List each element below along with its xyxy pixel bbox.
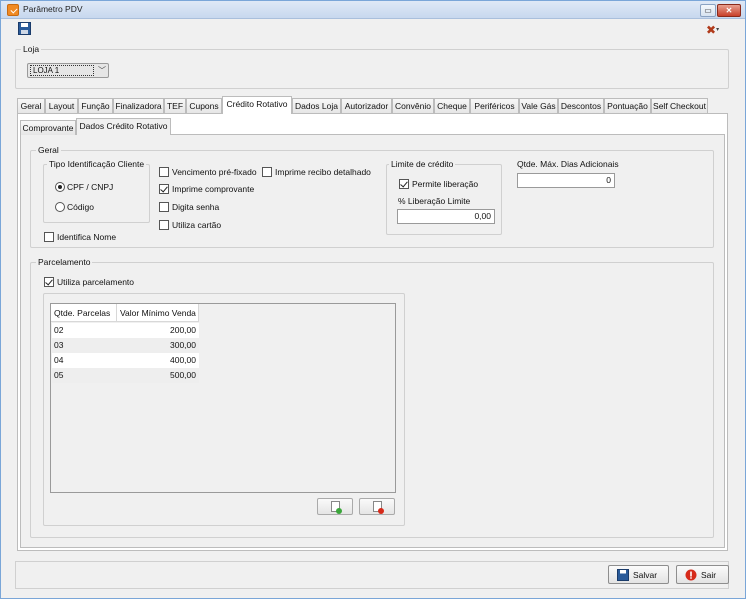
col-header-qtde[interactable]: Qtde. Parcelas — [51, 304, 117, 322]
tab-vale-gas[interactable]: Vale Gás — [519, 98, 558, 113]
loja-label: Loja — [21, 44, 42, 54]
codigo-label: Código — [67, 202, 94, 212]
utiliza-parcelamento-checkbox[interactable] — [44, 277, 54, 287]
tab-funcao[interactable]: Função — [78, 98, 113, 113]
imprime-recibo-checkbox[interactable] — [262, 167, 272, 177]
pct-liberacao-label: % Liberação Limite — [398, 196, 471, 206]
imprime-recibo-label: Imprime recibo detalhado — [275, 167, 371, 177]
col-header-valor[interactable]: Valor Mínimo Venda — [117, 304, 199, 322]
save-icon[interactable] — [18, 22, 31, 35]
table-cell[interactable]: 05 — [52, 368, 117, 383]
tab-finalizadora[interactable]: Finalizadora — [113, 98, 164, 113]
tab-tef[interactable]: TEF — [164, 98, 186, 113]
dias-adicionais-input[interactable]: 0 — [517, 173, 615, 188]
table-cell[interactable]: 300,00 — [117, 338, 199, 353]
tab-descontos[interactable]: Descontos — [558, 98, 604, 113]
imprime-comprovante-label: Imprime comprovante — [172, 184, 255, 194]
window-title: Parâmetro PDV — [23, 4, 83, 14]
limite-title: Limite de crédito — [389, 159, 456, 169]
table-cell[interactable]: 03 — [52, 338, 117, 353]
digita-senha-checkbox[interactable] — [159, 202, 169, 212]
plus-badge-icon — [336, 508, 342, 514]
remove-row-button[interactable] — [359, 498, 395, 515]
pct-liberacao-input[interactable]: 0,00 — [397, 209, 495, 224]
tab-perifericos[interactable]: Periféricos — [470, 98, 519, 113]
table-cell[interactable]: 500,00 — [117, 368, 199, 383]
sair-button[interactable]: Sair — [676, 565, 729, 584]
tools-menu-icon[interactable]: ✖▾ — [706, 24, 728, 36]
vencimento-checkbox[interactable] — [159, 167, 169, 177]
save-icon — [617, 569, 629, 581]
identifica-nome-checkbox[interactable] — [44, 232, 54, 242]
minus-badge-icon — [378, 508, 384, 514]
vencimento-label: Vencimento pré-fixado — [172, 167, 257, 177]
permite-liberacao-checkbox[interactable] — [399, 179, 409, 189]
table-cell[interactable]: 400,00 — [117, 353, 199, 368]
tipo-id-title: Tipo Identificação Cliente — [47, 159, 147, 169]
remove-document-icon — [373, 501, 384, 514]
table-cell[interactable]: 200,00 — [117, 323, 199, 338]
loja-select[interactable]: LOJA 1 ﹀ — [27, 63, 109, 78]
codigo-radio[interactable] — [55, 202, 65, 212]
salvar-button[interactable]: Salvar — [608, 565, 669, 584]
table-cell[interactable]: 04 — [52, 353, 117, 368]
sair-label: Sair — [701, 570, 717, 580]
salvar-label: Salvar — [633, 570, 658, 580]
geral-title: Geral — [36, 145, 61, 155]
utiliza-parcelamento-label: Utiliza parcelamento — [57, 277, 135, 287]
tab-self-checkout[interactable]: Self Checkout — [651, 98, 708, 113]
permite-liberacao-label: Permite liberação — [412, 179, 479, 189]
loja-select-value: LOJA 1 — [30, 65, 94, 76]
tab-layout[interactable]: Layout — [45, 98, 78, 113]
dias-adicionais-label: Qtde. Máx. Dias Adicionais — [517, 159, 619, 169]
imprime-comprovante-checkbox[interactable] — [159, 184, 169, 194]
app-icon — [7, 4, 19, 16]
loja-group: Loja — [15, 44, 729, 89]
tab-pontuacao[interactable]: Pontuação — [604, 98, 651, 113]
subtab-comprovante[interactable]: Comprovante — [20, 120, 76, 135]
utiliza-cartao-checkbox[interactable] — [159, 220, 169, 230]
cpf-cnpj-label: CPF / CNPJ — [67, 182, 114, 192]
parcelamento-title: Parcelamento — [36, 257, 93, 267]
tab-autorizador[interactable]: Autorizador — [341, 98, 392, 113]
tab-cupons[interactable]: Cupons — [186, 98, 222, 113]
close-button[interactable]: ✕ — [717, 4, 741, 17]
tipo-id-group: Tipo Identificação Cliente — [43, 159, 150, 223]
chevron-down-icon: ﹀ — [98, 66, 106, 75]
add-document-icon — [331, 501, 342, 514]
parcelas-table[interactable]: Qtde. Parcelas Valor Mínimo Venda 02 200… — [50, 303, 396, 493]
exit-icon — [685, 569, 697, 581]
add-row-button[interactable] — [317, 498, 353, 515]
tab-credito-rotativo[interactable]: Crédito Rotativo — [222, 96, 292, 114]
tab-geral[interactable]: Geral — [17, 98, 45, 113]
subtab-dados-credito-rotativo[interactable]: Dados Crédito Rotativo — [76, 118, 171, 135]
title-bar: Parâmetro PDV ▭ ✕ — [1, 1, 745, 19]
cpf-cnpj-radio[interactable] — [55, 182, 65, 192]
tab-dados-loja[interactable]: Dados Loja — [292, 98, 341, 113]
tab-convenio[interactable]: Convênio — [392, 98, 434, 113]
utiliza-cartao-label: Utiliza cartão — [172, 220, 222, 230]
table-cell[interactable]: 02 — [52, 323, 117, 338]
digita-senha-label: Digita senha — [172, 202, 220, 212]
restore-button[interactable]: ▭ — [700, 4, 716, 17]
identifica-nome-label: Identifica Nome — [57, 232, 117, 242]
tab-cheque[interactable]: Cheque — [434, 98, 470, 113]
